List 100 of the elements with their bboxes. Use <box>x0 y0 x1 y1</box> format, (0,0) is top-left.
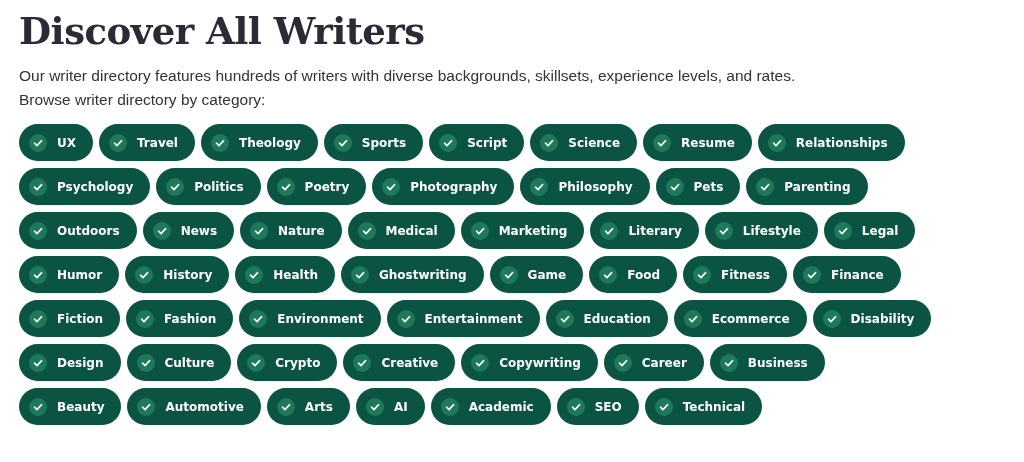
category-prompt: Browse writer directory by category: <box>19 90 267 111</box>
check-icon <box>714 221 733 240</box>
check-icon <box>470 221 489 240</box>
check-icon <box>439 133 458 152</box>
category-chip[interactable]: Sports <box>323 124 424 162</box>
check-icon <box>249 309 268 328</box>
category-chip[interactable]: Poetry <box>266 168 367 206</box>
check-icon <box>822 309 841 328</box>
category-chip[interactable]: Arts <box>266 388 350 426</box>
category-chip[interactable]: Ghostwriting <box>340 256 484 294</box>
category-chip[interactable]: Finance <box>793 256 901 294</box>
category-chip[interactable]: Crypto <box>237 344 338 382</box>
check-icon <box>382 177 401 196</box>
check-icon <box>250 221 269 240</box>
category-chip[interactable]: Education <box>545 300 668 338</box>
category-chip[interactable]: Fiction <box>19 300 121 338</box>
check-icon <box>29 133 47 152</box>
category-chip[interactable]: Environment <box>239 300 381 338</box>
check-icon <box>600 221 619 240</box>
check-icon <box>803 265 821 284</box>
description: Our writer directory features hundreds of writers with diverse backgrounds, skillsets, experience levels, and rates. <box>19 66 797 87</box>
category-chip[interactable]: Marketing <box>460 212 585 250</box>
check-icon <box>137 397 156 416</box>
check-icon <box>276 397 295 416</box>
category-chip[interactable]: History <box>125 256 230 294</box>
category-chip[interactable]: Lifestyle <box>704 212 818 250</box>
check-icon <box>654 397 673 416</box>
category-chip[interactable]: Health <box>235 256 335 294</box>
category-chip[interactable]: Fitness <box>683 256 787 294</box>
category-chip[interactable]: Travel <box>99 124 195 162</box>
check-icon <box>540 133 559 152</box>
category-chip[interactable]: Game <box>489 256 584 294</box>
check-icon <box>653 133 672 152</box>
check-icon <box>440 397 459 416</box>
category-chip[interactable]: Entertainment <box>386 300 540 338</box>
check-icon <box>833 221 852 240</box>
check-icon <box>665 177 684 196</box>
page-title: Discover All Writers <box>19 8 426 55</box>
check-icon <box>333 133 352 152</box>
check-icon <box>693 265 711 284</box>
check-icon <box>471 353 490 372</box>
category-chip[interactable]: Science <box>530 124 638 162</box>
check-icon <box>353 353 372 372</box>
check-icon <box>756 177 775 196</box>
category-chip[interactable]: Medical <box>347 212 455 250</box>
category-chip[interactable]: Humor <box>19 256 120 294</box>
category-chip[interactable]: Disability <box>812 300 932 338</box>
category-chip[interactable]: Parenting <box>746 168 868 206</box>
check-icon <box>719 353 738 372</box>
category-chip[interactable]: Business <box>709 344 825 382</box>
check-icon <box>29 221 47 240</box>
category-chip[interactable]: Nature <box>240 212 342 250</box>
category-chip[interactable]: Automotive <box>127 388 261 426</box>
check-icon <box>135 265 154 284</box>
check-icon <box>365 397 384 416</box>
check-icon <box>247 353 266 372</box>
category-chip[interactable]: Copywriting <box>461 344 598 382</box>
category-chip[interactable]: Politics <box>156 168 261 206</box>
category-chip[interactable]: Culture <box>126 344 232 382</box>
check-icon <box>613 353 632 372</box>
category-chip[interactable]: Academic <box>430 388 551 426</box>
category-chip[interactable]: AI <box>355 388 425 426</box>
check-icon <box>499 265 518 284</box>
check-icon <box>29 397 47 416</box>
check-icon <box>276 177 295 196</box>
category-chip[interactable]: UX <box>19 124 93 162</box>
category-chip[interactable]: Ecommerce <box>673 300 807 338</box>
check-icon <box>152 221 171 240</box>
check-icon <box>166 177 185 196</box>
check-icon <box>767 133 786 152</box>
check-icon <box>530 177 549 196</box>
check-icon <box>29 353 47 372</box>
check-icon <box>136 309 155 328</box>
category-chip[interactable]: Fashion <box>126 300 234 338</box>
category-chip[interactable]: Literary <box>590 212 699 250</box>
check-icon <box>29 177 47 196</box>
category-chip[interactable]: Food <box>589 256 677 294</box>
category-chip[interactable]: Resume <box>643 124 752 162</box>
category-chip[interactable]: Pets <box>655 168 741 206</box>
category-chip[interactable]: Theology <box>200 124 318 162</box>
category-chip[interactable]: Design <box>19 344 121 382</box>
check-icon <box>555 309 574 328</box>
category-chip[interactable]: Script <box>429 124 525 162</box>
category-chip[interactable]: SEO <box>556 388 639 426</box>
category-chip[interactable]: Psychology <box>19 168 151 206</box>
check-icon <box>210 133 229 152</box>
category-chip[interactable]: Technical <box>644 388 763 426</box>
check-icon <box>599 265 618 284</box>
check-icon <box>683 309 702 328</box>
check-icon <box>245 265 264 284</box>
check-icon <box>29 265 47 284</box>
category-chip[interactable]: Relationships <box>757 124 905 162</box>
category-chip[interactable]: Photography <box>372 168 515 206</box>
category-chip[interactable]: Creative <box>343 344 456 382</box>
category-chip[interactable]: Philosophy <box>520 168 650 206</box>
category-chip[interactable]: Outdoors <box>19 212 137 250</box>
category-chip[interactable]: News <box>142 212 235 250</box>
category-chip[interactable]: Legal <box>823 212 916 250</box>
category-chip[interactable]: Beauty <box>19 388 122 426</box>
category-chip[interactable]: Career <box>603 344 704 382</box>
